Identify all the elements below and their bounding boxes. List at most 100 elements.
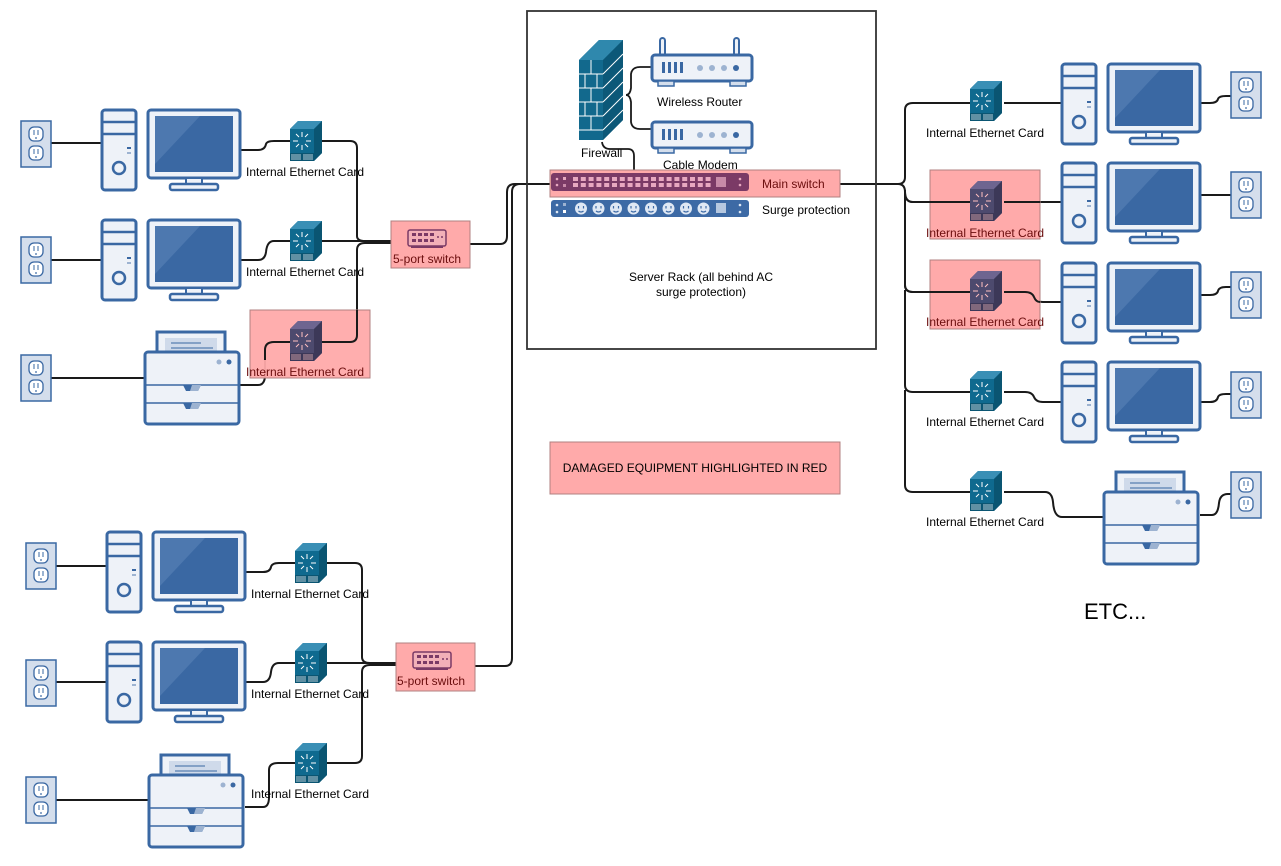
- switch-port: [612, 177, 617, 181]
- ethernet-card-icon: [969, 80, 1003, 122]
- wireless-router-icon: [650, 37, 754, 88]
- ethernet-card-icon: [294, 542, 328, 584]
- network-cable: [1004, 491, 1105, 518]
- surge-socket: [645, 202, 657, 215]
- damage-legend: DAMAGED EQUIPMENT HIGHLIGHTED IN RED: [549, 441, 841, 495]
- ethernet-card-label: Internal Ethernet Card: [926, 415, 1044, 429]
- switch-port: [596, 177, 602, 181]
- server-rack: Firewall Wireless Router Cable Modem Mai…: [526, 10, 877, 350]
- firewall-link: [625, 66, 651, 130]
- switch-port: [674, 177, 680, 181]
- surge-socket: [610, 202, 622, 215]
- group-top-left: Internal Ethernet Card Internal Ethernet…: [20, 108, 371, 426]
- outlet-icon: [20, 354, 52, 402]
- network-cable: [322, 140, 392, 242]
- switch-port: [658, 183, 664, 187]
- switch-port: [580, 177, 586, 181]
- server-rack-label-line1: Server Rack (all behind AC: [629, 270, 773, 284]
- computer-icon: [1060, 161, 1202, 245]
- ethernet-card-label: Internal Ethernet Card: [926, 515, 1044, 529]
- switch-label: 5-port switch: [393, 252, 461, 266]
- computer-icon: [100, 108, 242, 192]
- ethernet-card-label: Internal Ethernet Card: [246, 365, 364, 379]
- computer-icon: [1060, 261, 1202, 345]
- network-cable: [245, 562, 295, 573]
- computer-icon: [1060, 62, 1202, 146]
- outlet-icon: [1230, 471, 1262, 519]
- network-diagram: Firewall Wireless Router Cable Modem Mai…: [20, 10, 1262, 849]
- outlet-icon: [25, 659, 57, 707]
- ethernet-card-icon: [289, 220, 323, 262]
- uplink-cable: [475, 183, 551, 667]
- switch-port: [612, 183, 617, 187]
- ethernet-card-label: Internal Ethernet Card: [926, 315, 1044, 329]
- surge-socket: [575, 202, 587, 215]
- firewall-icon: [579, 40, 624, 140]
- switch-icon: [407, 229, 447, 249]
- switch-port: [588, 177, 594, 181]
- computer-icon: [105, 640, 247, 724]
- ethernet-card-label: Internal Ethernet Card: [251, 787, 369, 801]
- outlet-icon: [1230, 271, 1262, 319]
- switch-port: [643, 177, 649, 181]
- switch-port: [666, 177, 672, 181]
- printer-icon: [143, 330, 241, 426]
- main-switch-label: Main switch: [762, 177, 825, 191]
- switch-port: [580, 183, 586, 187]
- switch-port: [627, 177, 633, 181]
- five-port-switch-1: 5-port switch: [390, 220, 471, 269]
- switch-port: [651, 177, 656, 181]
- outlet-icon: [1230, 71, 1262, 119]
- outlet-icon: [1230, 371, 1262, 419]
- uplink-cable: [470, 183, 551, 245]
- damage-legend-text: DAMAGED EQUIPMENT HIGHLIGHTED IN RED: [563, 461, 828, 475]
- main-switch-icon: [551, 173, 749, 191]
- outlet-icon: [20, 236, 52, 284]
- ethernet-card-label: Internal Ethernet Card: [246, 265, 364, 279]
- computer-icon: [100, 218, 242, 302]
- network-cable: [327, 562, 397, 664]
- ethernet-card-damaged-icon: [969, 180, 1003, 222]
- switch-icon: [412, 651, 452, 671]
- switch-port: [697, 183, 703, 187]
- surge-protector-icon: [551, 200, 749, 217]
- outlet-icon: [25, 776, 57, 824]
- switch-port: [674, 183, 680, 187]
- network-cable: [327, 664, 397, 764]
- switch-port: [573, 177, 578, 181]
- outlet-icon: [20, 120, 52, 168]
- surge-socket: [592, 202, 605, 215]
- cable-modem-icon: [650, 120, 754, 155]
- switch-port: [643, 183, 649, 187]
- network-cable: [904, 390, 972, 493]
- network-cable: [245, 662, 295, 683]
- surge-protection-label: Surge protection: [762, 203, 850, 217]
- ethernet-card-icon: [294, 742, 328, 784]
- switch-port: [682, 177, 688, 181]
- etc-label: ETC...: [1084, 599, 1146, 624]
- ethernet-card-label: Internal Ethernet Card: [251, 687, 369, 701]
- printer-icon: [1102, 470, 1200, 566]
- switch-port: [619, 177, 625, 181]
- server-rack-label-line2: surge protection): [656, 285, 746, 299]
- five-port-switch-2: 5-port switch: [395, 642, 476, 692]
- network-cable: [1004, 391, 1063, 403]
- switch-port: [705, 183, 711, 187]
- printer-icon: [147, 753, 245, 849]
- group-right: Internal Ethernet Card Internal Ethernet…: [904, 62, 1262, 566]
- switch-port: [619, 183, 625, 187]
- switch-port: [604, 177, 610, 181]
- switch-port: [666, 183, 672, 187]
- network-cable: [240, 140, 290, 151]
- computer-icon: [105, 530, 247, 614]
- ethernet-card-icon: [294, 642, 328, 684]
- outlet-icon: [1230, 171, 1262, 219]
- switch-port: [690, 183, 695, 187]
- switch-port: [596, 183, 602, 187]
- switch-label: 5-port switch: [397, 674, 465, 688]
- ethernet-card-icon: [289, 120, 323, 162]
- switch-port: [697, 177, 703, 181]
- surge-socket: [662, 202, 675, 215]
- ethernet-card-damaged-icon: [289, 320, 323, 362]
- switch-port: [658, 177, 664, 181]
